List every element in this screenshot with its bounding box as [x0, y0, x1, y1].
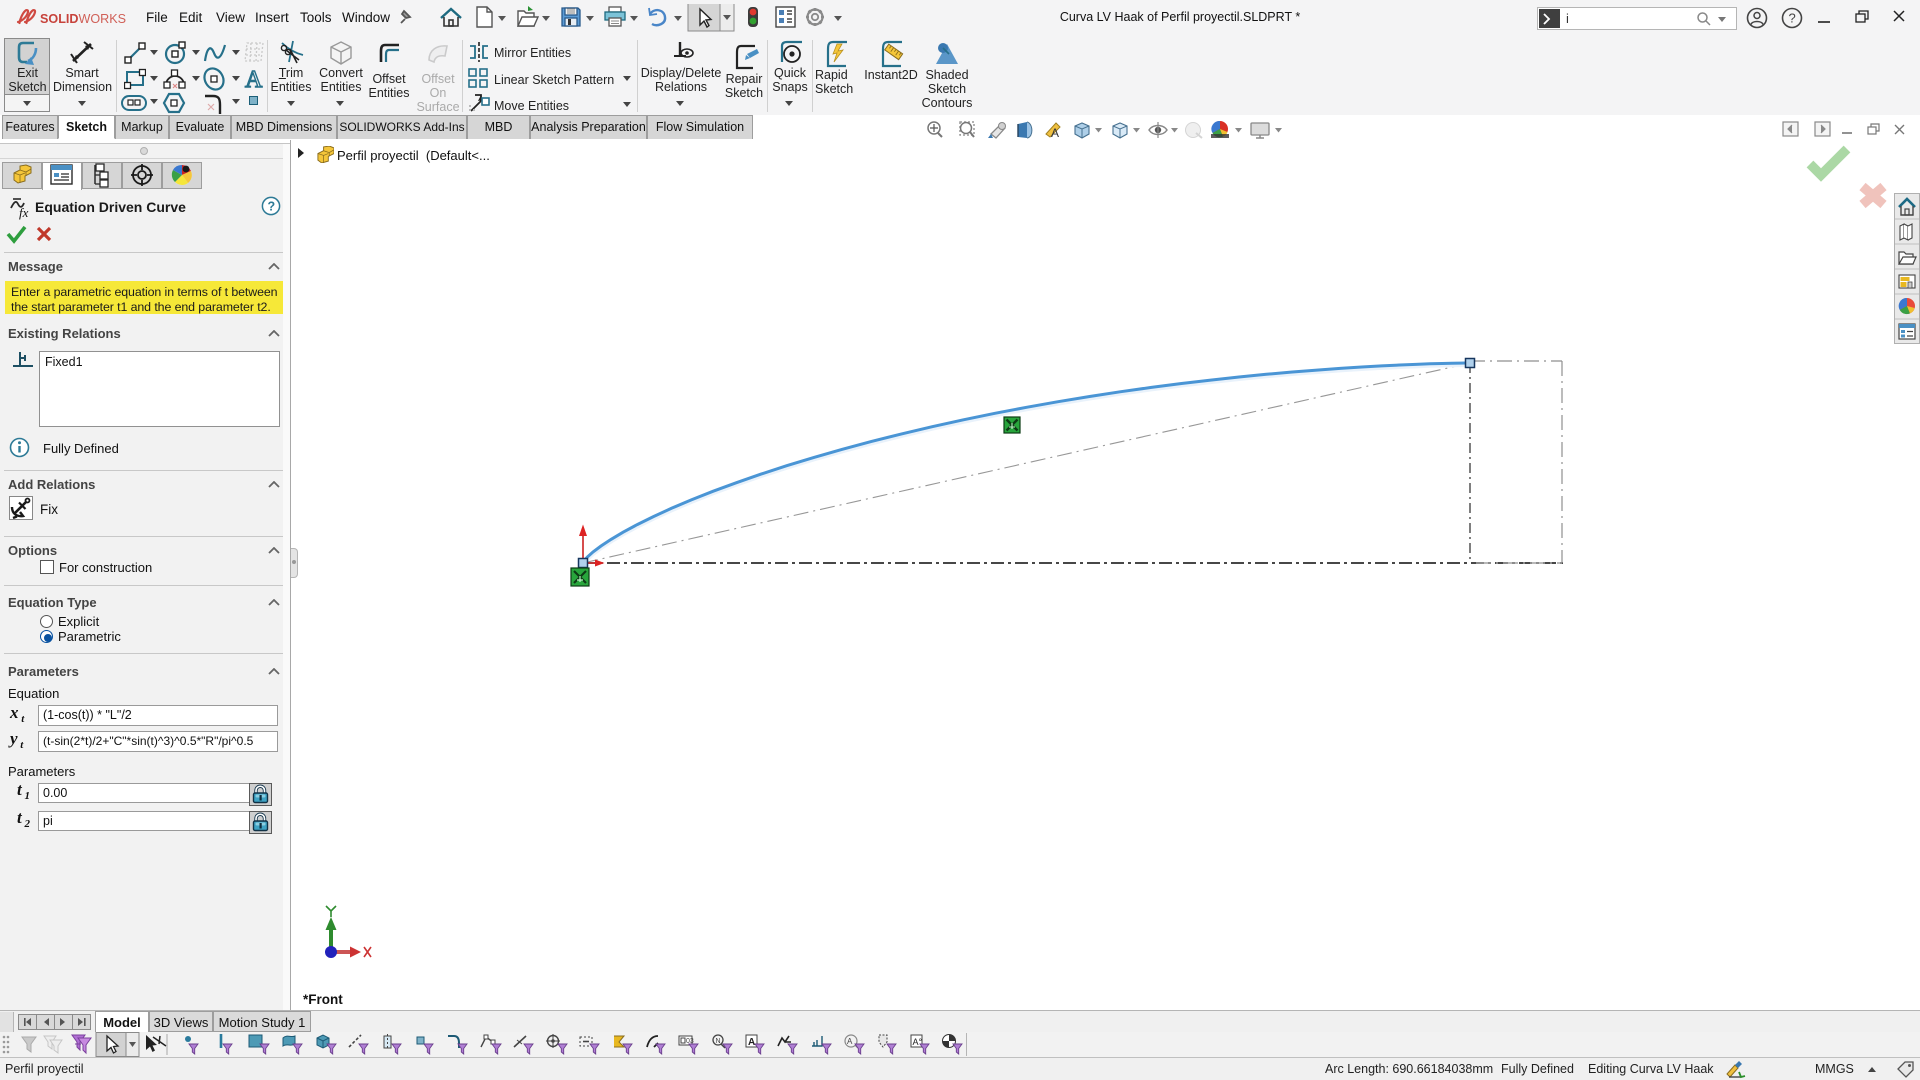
svg-text:?: ?: [1789, 11, 1796, 26]
svg-text:SOLIDWORKS: SOLIDWORKS: [40, 12, 126, 26]
svg-text:A: A: [1051, 126, 1059, 140]
svg-text:A: A: [847, 1037, 853, 1046]
svg-text:?: ?: [268, 200, 276, 214]
svg-text:N: N: [716, 1038, 721, 1045]
svg-text:A: A: [748, 1037, 755, 1048]
svg-text:fx: fx: [19, 205, 29, 220]
svg-text:A: A: [245, 67, 263, 91]
